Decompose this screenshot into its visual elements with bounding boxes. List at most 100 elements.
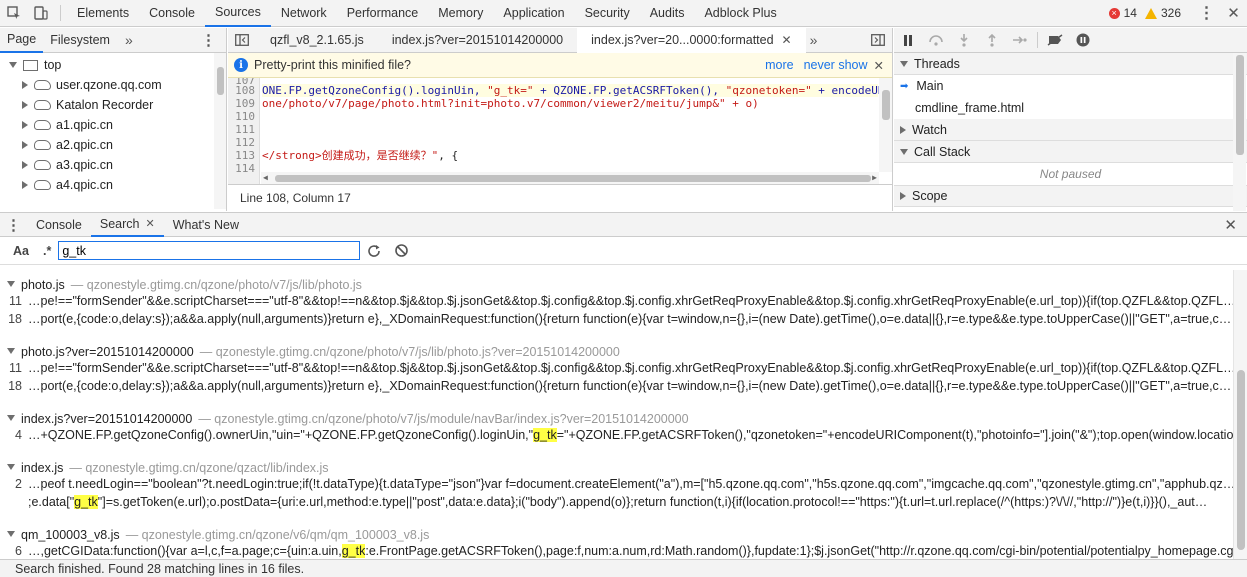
refresh-icon[interactable]	[367, 244, 381, 258]
code-editor[interactable]: 107 108 109 110 111 112 113 114 ONE.FP.g…	[228, 78, 892, 184]
more-tabs-icon[interactable]: »	[810, 32, 818, 48]
thread-main[interactable]: ➡ Main	[894, 75, 1247, 97]
close-devtools-icon[interactable]: ✕	[1220, 0, 1247, 27]
result-match-row[interactable]: ;e.data["g_tk"]=s.getToken(e.url);o.post…	[0, 493, 1233, 511]
section-threads[interactable]: Threads	[894, 53, 1247, 75]
editor-vertical-scrollbar[interactable]	[879, 78, 892, 172]
tree-item-domain[interactable]: user.qzone.qq.com	[0, 75, 226, 95]
result-match-row[interactable]: 18 …port(e,{code:o,delay:s});a&&a.apply(n…	[0, 377, 1233, 395]
result-match-row[interactable]: 4 …+QZONE.FP.getQzoneConfig().ownerUin,"u…	[0, 426, 1233, 444]
cloud-icon	[34, 180, 51, 190]
infobar-never-show-link[interactable]: never show	[804, 58, 868, 72]
step-icon[interactable]	[1006, 28, 1034, 53]
deactivate-breakpoints-icon[interactable]	[1041, 28, 1069, 53]
editor-horizontal-scrollbar[interactable]: ◀ ▶	[261, 172, 879, 184]
navigator-scrollbar[interactable]	[214, 53, 226, 209]
regex-toggle[interactable]: .*	[43, 244, 51, 258]
match-highlight: g_tk	[341, 544, 366, 558]
collapse-arrow-icon	[22, 81, 28, 89]
debugger-scrollbar[interactable]	[1233, 53, 1246, 211]
section-watch[interactable]: Watch	[894, 119, 1247, 141]
results-scrollbar[interactable]	[1233, 270, 1247, 559]
tab-application[interactable]: Application	[493, 0, 574, 27]
step-out-icon[interactable]	[978, 28, 1006, 53]
pause-icon[interactable]	[894, 28, 922, 53]
result-file-header[interactable]: index.js?ver=20151014200000 — qzonestyle.…	[0, 404, 1233, 426]
devtools-toolbar: Elements Console Sources Network Perform…	[0, 0, 1247, 27]
match-highlight: g_tk	[533, 428, 557, 442]
editor-tab[interactable]: qzfl_v8_2.1.65.js	[256, 28, 378, 53]
pause-on-exceptions-icon[interactable]	[1069, 28, 1097, 53]
result-match-row[interactable]: 11 …pe!=="formSender"&&e.scriptCharset===…	[0, 292, 1233, 310]
tab-filesystem[interactable]: Filesystem	[43, 28, 117, 53]
code-line-109: one/photo/v7/page/photo.html?init=photo.…	[262, 97, 759, 110]
drawer-tab-console[interactable]: Console	[27, 213, 91, 237]
editor-tab-active[interactable]: index.js?ver=20...0000:formatted ✕	[577, 27, 806, 53]
more-tabs-icon[interactable]: »	[125, 32, 133, 48]
tab-console[interactable]: Console	[139, 0, 205, 27]
search-status: Search finished. Found 28 matching lines…	[0, 559, 1247, 577]
tab-page[interactable]: Page	[0, 28, 44, 53]
tab-network[interactable]: Network	[271, 0, 337, 27]
clear-search-icon[interactable]	[395, 244, 409, 257]
line-number-gutter: 107 108 109 110 111 112 113 114	[228, 78, 260, 184]
tree-item-domain[interactable]: a1.qpic.cn	[0, 115, 226, 135]
toggle-debugger-icon[interactable]	[864, 34, 892, 46]
result-match-row[interactable]: 6 …,getCGIData:function(){var a=l,c,f=a.p…	[0, 542, 1233, 559]
result-match-row[interactable]: 18 …port(e,{code:o,delay:s});a&&a.apply(n…	[0, 310, 1233, 328]
close-tab-icon[interactable]: ✕	[782, 33, 792, 47]
result-file-header[interactable]: qm_100003_v8.js — qzonestyle.gtimg.cn/qzo…	[0, 520, 1233, 542]
tab-memory[interactable]: Memory	[428, 0, 493, 27]
section-scope[interactable]: Scope	[894, 185, 1247, 207]
cloud-icon	[34, 80, 51, 90]
tab-elements[interactable]: Elements	[67, 0, 139, 27]
tab-adblock-plus[interactable]: Adblock Plus	[694, 0, 786, 27]
match-text: …port(e,{code:o,delay:s});a&&a.apply(nul…	[28, 312, 1231, 326]
tab-sources[interactable]: Sources	[204, 0, 271, 27]
tab-audits[interactable]: Audits	[640, 0, 695, 27]
device-toolbar-icon[interactable]	[27, 0, 54, 27]
pretty-print-infobar: i Pretty-print this minified file? more …	[228, 53, 892, 78]
match-text: …pe!=="formSender"&&e.scriptCharset==="u…	[28, 294, 1233, 308]
infobar-more-link[interactable]: more	[765, 58, 793, 72]
warning-icon	[1144, 7, 1157, 19]
toggle-navigator-icon[interactable]	[228, 34, 256, 46]
result-file-header[interactable]: index.js — qzonestyle.gtimg.cn/qzone/qzac…	[0, 453, 1233, 475]
inspect-element-icon[interactable]	[0, 0, 27, 27]
drawer-tab-search[interactable]: Search ✕	[90, 213, 164, 237]
tab-performance[interactable]: Performance	[337, 0, 429, 27]
result-file-path: — qzonestyle.gtimg.cn/qzone/photo/v7/js/…	[198, 412, 689, 426]
close-tab-icon[interactable]: ✕	[145, 217, 154, 230]
close-infobar-icon[interactable]: ✕	[874, 58, 884, 73]
expand-arrow-icon	[9, 62, 17, 68]
close-drawer-icon[interactable]: ✕	[1224, 216, 1237, 234]
match-line-number: 11	[9, 361, 22, 375]
result-file-path: — qzonestyle.gtimg.cn/qzone/qzact/lib/in…	[69, 461, 329, 475]
result-match-row[interactable]: 2 …peof t.needLogin=="boolean"?t.needLogi…	[0, 475, 1233, 493]
error-warning-counter[interactable]: × 14 326	[1108, 6, 1181, 20]
collapse-arrow-icon	[900, 125, 906, 134]
result-match-row[interactable]: 11 …pe!=="formSender"&&e.scriptCharset===…	[0, 359, 1233, 377]
drawer-tab-whats-new[interactable]: What's New	[164, 213, 248, 237]
search-input[interactable]	[58, 241, 361, 260]
drawer-menu-icon[interactable]: ⋮	[0, 216, 27, 234]
navigator-menu-icon[interactable]: ⋮	[201, 31, 216, 49]
match-text-before: …pe!=="formSender"&&e.scriptCharset==="u…	[28, 361, 1233, 375]
result-file-header[interactable]: photo.js — qzonestyle.gtimg.cn/qzone/phot…	[0, 270, 1233, 292]
tree-item-domain[interactable]: a4.qpic.cn	[0, 175, 226, 195]
step-into-icon[interactable]	[950, 28, 978, 53]
tree-item-domain[interactable]: Katalon Recorder	[0, 95, 226, 115]
search-toolbar: Aa .*	[0, 237, 1247, 265]
step-over-icon[interactable]	[922, 28, 950, 53]
editor-tab[interactable]: index.js?ver=20151014200000	[378, 28, 577, 53]
section-call-stack[interactable]: Call Stack	[894, 141, 1247, 163]
match-case-toggle[interactable]: Aa	[13, 244, 29, 258]
tree-item-top[interactable]: top	[0, 55, 226, 75]
thread-frame[interactable]: cmdline_frame.html	[894, 97, 1247, 119]
result-file-header[interactable]: photo.js?ver=20151014200000 — qzonestyle.…	[0, 337, 1233, 359]
tree-item-domain[interactable]: a3.qpic.cn	[0, 155, 226, 175]
tree-item-domain[interactable]: a2.qpic.cn	[0, 135, 226, 155]
tab-security[interactable]: Security	[575, 0, 640, 27]
more-options-icon[interactable]: ⋮	[1193, 0, 1220, 27]
collapse-arrow-icon	[22, 101, 28, 109]
